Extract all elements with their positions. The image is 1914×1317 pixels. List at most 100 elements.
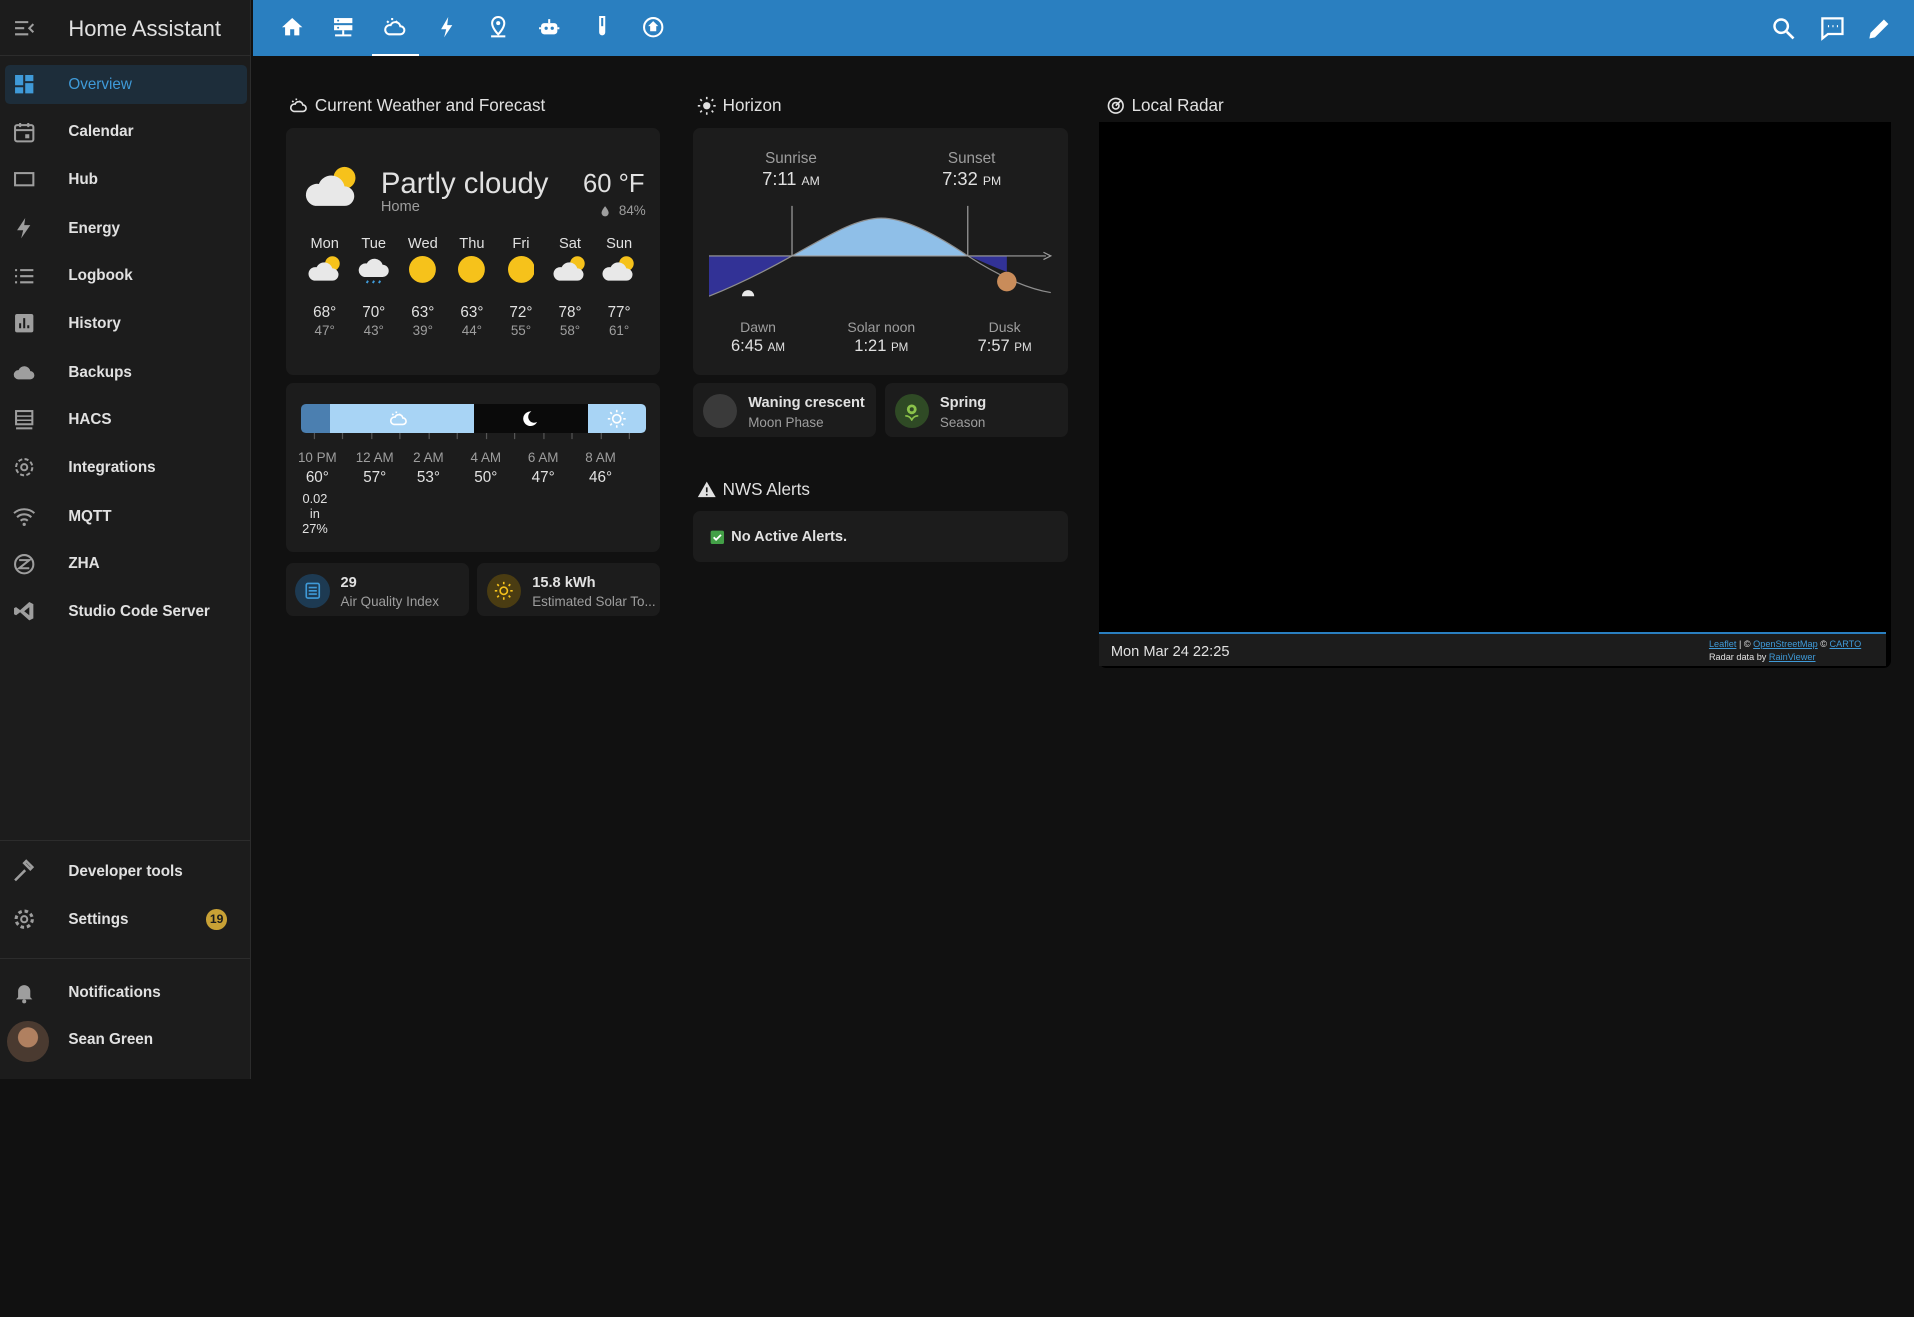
forecast-low: 61° — [608, 323, 630, 339]
sidebar-item-studio-code-server[interactable]: Studio Code Server — [5, 592, 247, 631]
partly-cloudy-icon — [602, 256, 634, 281]
dawn-time: 6:45 — [731, 337, 764, 356]
sidebar-item-label: Calendar — [68, 123, 134, 141]
calendar-icon — [14, 122, 35, 142]
solar-noon-ampm: PM — [890, 342, 909, 355]
precipitation: 0.02 in 27% — [299, 491, 331, 537]
tab-robot[interactable] — [526, 0, 572, 56]
bell-icon — [16, 985, 33, 1004]
weather-forecast-card[interactable]: Partly cloudy Home 60 °F 84% Mon 68° 47° Tu… — [285, 128, 661, 375]
tab-home-circle[interactable] — [630, 0, 676, 56]
weather-section-title: Current Weather and Forecast — [289, 96, 655, 118]
sunset: Sunset 7:32 PM — [923, 150, 1021, 190]
sidebar-item-energy[interactable]: Energy — [5, 209, 247, 248]
edit-icon[interactable] — [1866, 15, 1893, 42]
forecast-high: 70° — [362, 303, 386, 321]
sidebar-item-integrations[interactable]: Integrations — [5, 448, 247, 487]
weather-temperature: 60 °F — [582, 169, 645, 198]
vscode-icon — [14, 602, 34, 621]
weather-humidity: 84% — [618, 202, 646, 218]
sidebar-item-calendar[interactable]: Calendar — [5, 112, 247, 151]
sidebar-item-history[interactable]: History — [5, 304, 247, 343]
sidebar-item-notifications[interactable]: Notifications — [5, 973, 247, 1012]
weather-location: Home — [380, 198, 420, 215]
forecast-high: 78° — [558, 303, 582, 321]
sidebar-item-developer-tools[interactable]: Developer tools — [5, 852, 247, 891]
dawn-ampm: AM — [767, 342, 786, 355]
sidebar-item-overview[interactable]: Overview — [4, 64, 247, 104]
sunny-icon — [607, 409, 626, 428]
partly-cloudy-icon — [305, 167, 356, 207]
cloud-icon — [13, 366, 35, 380]
horizon-card[interactable]: Sunrise 7:11 AM Sunset 7:32 PM Dawn 6:45… — [693, 128, 1069, 375]
hourly-forecast-card[interactable]: 10 PM 60° 12 AM 57° 2 AM 53° 4 AM 50° 6 AM 47° 8 A… — [285, 383, 661, 552]
sunset-time: 7:32 — [942, 168, 978, 190]
forecast-day: Thu 63° 44° — [447, 236, 496, 346]
hourly-temp: 46° — [589, 468, 613, 486]
alerts-status: No Active Alerts. — [731, 528, 848, 545]
horizon-section-title: Horizon — [697, 96, 1063, 118]
hourly-time: 4 AM — [470, 450, 502, 466]
tab-map[interactable] — [475, 0, 521, 56]
precipitation-unit: in — [309, 505, 320, 521]
hammer-icon — [14, 859, 35, 882]
forecast-low: 47° — [314, 323, 335, 339]
radar-section-title: Local Radar — [1106, 96, 1472, 118]
sunrise-time: 7:11 — [762, 168, 797, 190]
sidebar-item-label: ZHA — [68, 555, 100, 573]
hourly-entry: 4 AM 50° — [461, 450, 510, 489]
osm-link[interactable]: OpenStreetMap — [1753, 639, 1818, 649]
cog-icon — [14, 909, 35, 929]
sun-path-graph — [709, 206, 1053, 298]
tab-test[interactable] — [579, 0, 625, 56]
section-title-text: Local Radar — [1131, 96, 1224, 116]
sidebar-item-zha[interactable]: ZHA — [5, 544, 247, 583]
rainviewer-link[interactable]: RainViewer — [1769, 652, 1816, 662]
forecast-day-label: Fri — [512, 235, 530, 252]
tab-energy[interactable] — [424, 0, 470, 56]
sidebar-item-mqtt[interactable]: MQTT — [5, 497, 247, 536]
radar-map[interactable]: Mon Mar 24 22:25 Leaflet | © OpenStreetM… — [1098, 122, 1891, 668]
forecast-day-label: Mon — [310, 235, 339, 252]
sidebar-item-settings[interactable]: Settings 19 — [5, 900, 247, 939]
hourly-temp: 50° — [474, 468, 498, 486]
sidebar-item-hacs[interactable]: HACS — [5, 400, 247, 439]
menu-collapse-icon[interactable] — [12, 16, 36, 40]
sidebar-item-backups[interactable]: Backups — [5, 353, 247, 392]
sidebar-item-logbook[interactable]: Logbook — [5, 256, 247, 295]
alerts-card[interactable]: No Active Alerts. — [693, 511, 1069, 562]
air-quality-tile[interactable]: 29 Air Quality Index — [285, 562, 469, 617]
sidebar-item-user[interactable]: Sean Green — [5, 1020, 247, 1062]
carto-link[interactable]: CARTO — [1830, 639, 1862, 649]
leaflet-link[interactable]: Leaflet — [1709, 639, 1736, 649]
sidebar-item-hub[interactable]: Hub — [5, 160, 247, 199]
sidebar-item-label: Backups — [68, 363, 132, 381]
season-label: Season — [939, 415, 986, 431]
tab-server[interactable] — [320, 0, 366, 56]
dusk-label: Dusk — [988, 318, 1021, 335]
moon-phase-tile[interactable]: Waning crescent Moon Phase — [693, 383, 877, 437]
rainy-cloudy-icon — [358, 258, 389, 284]
search-icon[interactable] — [1770, 15, 1797, 42]
attribution-separator: © — [1820, 638, 1827, 649]
sidebar-item-label: HACS — [68, 411, 112, 429]
moon-phase-value: Waning crescent — [748, 395, 865, 412]
dawn-label: Dawn — [740, 318, 776, 335]
solar-forecast-tile[interactable]: 15.8 kWh Estimated Solar To... — [477, 562, 661, 617]
precipitation-chance: 27% — [302, 521, 328, 537]
chart-icon — [15, 314, 34, 333]
season-tile[interactable]: Spring Season — [884, 383, 1069, 437]
dawn: Dawn 6:45 AM — [718, 319, 799, 356]
home-circle-icon — [642, 16, 664, 38]
tab-weather[interactable] — [372, 0, 419, 57]
forecast-day-label: Sun — [606, 235, 633, 252]
assist-icon[interactable] — [1819, 15, 1846, 42]
app-title: Home Assistant — [68, 15, 221, 41]
hourly-entry: 12 AM 57° — [350, 450, 399, 489]
tab-home[interactable] — [269, 0, 315, 56]
server-icon — [333, 17, 353, 36]
hourly-entry: 6 AM 47° — [519, 450, 568, 489]
hourly-entry: 10 PM 60° — [293, 450, 342, 489]
zigbee-icon — [14, 553, 35, 575]
dusk: Dusk 7:57 PM — [964, 319, 1045, 356]
